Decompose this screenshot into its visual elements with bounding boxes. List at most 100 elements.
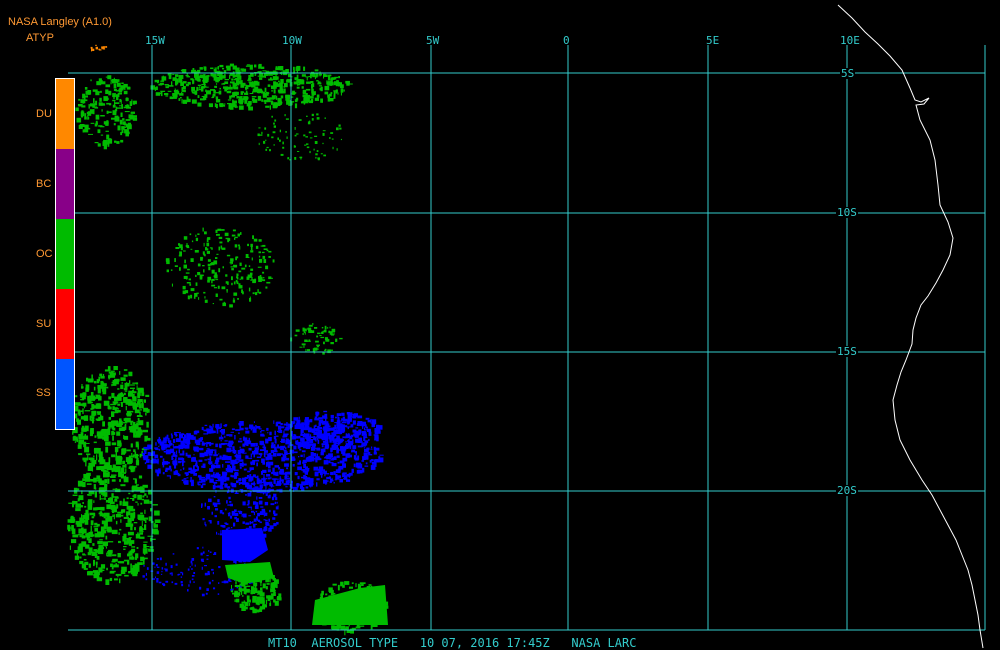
aerosol-pixel [284,472,290,474]
aerosol-pixel [212,463,214,466]
aerosol-pixel [117,388,120,390]
aerosol-pixel [314,471,319,477]
aerosol-pixel [324,325,327,330]
aerosol-pixel [277,89,282,93]
aerosol-pixel [245,522,250,525]
aerosol-pixel [76,418,79,422]
aerosol-pixel [203,433,209,435]
aerosol-pixel [111,117,115,120]
aerosol-pixel [350,424,354,428]
aerosol-pixel [232,588,234,591]
aerosol-pixel [265,519,268,522]
aerosol-pixel [107,427,111,429]
aerosol-pixel [186,76,191,78]
aerosol-pixel [219,510,222,514]
aerosol-pixel [82,393,86,400]
aerosol-pixel [293,434,296,436]
aerosol-pixel [111,393,115,398]
aerosol-pixel [343,477,346,480]
aerosol-pixel [155,442,157,446]
aerosol-pixel [126,497,129,500]
aerosol-pixel [323,410,328,413]
aerosol-pixel [342,457,348,462]
aerosol-pixel [234,83,238,87]
aerosol-pixel [225,461,231,463]
aerosol-pixel [250,426,253,431]
aerosol-pixel [274,438,277,444]
aerosol-pixel [72,504,74,508]
aerosol-pixel [260,431,262,433]
aerosol-pixel [263,510,266,514]
aerosol-pixel [90,392,94,396]
aerosol-pixel [236,273,239,277]
aerosol-pixel [82,553,85,556]
aerosol-pixel [222,266,224,269]
aerosol-pixel [329,459,335,461]
aerosol-pixel [257,88,262,94]
aerosol-pixel [97,388,101,394]
aerosol-pixel [232,229,236,232]
aerosol-pixel [132,495,136,498]
aerosol-pixel [194,77,196,80]
aerosol-pixel [207,263,211,267]
aerosol-pixel [329,476,331,479]
aerosol-pixel [243,463,247,466]
aerosol-pixel [264,478,266,481]
aerosol-pixel [143,518,146,522]
aerosol-pixel [105,84,111,88]
aerosol-pixel [221,229,225,231]
aerosol-pixel [295,440,298,445]
lon-label-5e: 5E [706,34,720,47]
aerosol-pixel [162,584,166,587]
aerosol-pixel [181,479,184,481]
aerosol-pixel [202,518,205,521]
aerosol-pixel [216,428,219,434]
aerosol-pixel [329,98,334,102]
aerosol-pixel [217,499,220,503]
aerosol-pixel [253,512,255,516]
aerosol-pixel [362,424,364,429]
aerosol-pixel [320,336,324,339]
aerosol-pixel [286,438,289,441]
aerosol-pixel [100,380,104,386]
aerosol-pixel [171,457,174,460]
aerosol-pixel [264,99,267,104]
aerosol-pixel [128,390,134,393]
aerosol-pixel [111,529,118,535]
aerosol-pixel [248,515,252,517]
aerosol-pixel [131,99,133,102]
aerosol-pixel [231,510,235,515]
aerosol-pixel [134,453,139,459]
aerosol-pixel [206,250,210,254]
aerosol-pixel [131,427,137,433]
aerosol-pixel [300,437,305,442]
aerosol-pixel [229,501,232,503]
aerosol-pixel [223,580,226,584]
aerosol-pixel [87,453,89,460]
aerosol-pixel [138,404,141,409]
aerosol-pixel [294,424,300,429]
aerosol-pixel [230,588,232,591]
aerosol-pixel [175,446,180,449]
aerosol-pixel [328,453,333,457]
aerosol-pixel [128,571,131,574]
aerosol-pixel [273,450,278,453]
aerosol-pixel [246,599,251,603]
aerosol-pixel [211,247,213,250]
aerosol-pixel [230,260,232,265]
aerosol-pixel [234,435,236,440]
aerosol-pixel [333,482,335,484]
aerosol-pixel [190,288,195,292]
aerosol-pixel [206,558,209,560]
aerosol-pixel [146,421,149,428]
aerosol-pixel [316,433,322,438]
aerosol-pixel [201,593,205,597]
aerosol-pixel [156,558,160,560]
aerosol-pixel [258,255,261,258]
aerosol-pixel [239,466,242,469]
aerosol-pixel [123,90,128,95]
aerosol-pixel [252,487,254,491]
aerosol-pixel [161,91,163,97]
aerosol-pixel [102,374,105,378]
aerosol-pixel [94,107,99,109]
